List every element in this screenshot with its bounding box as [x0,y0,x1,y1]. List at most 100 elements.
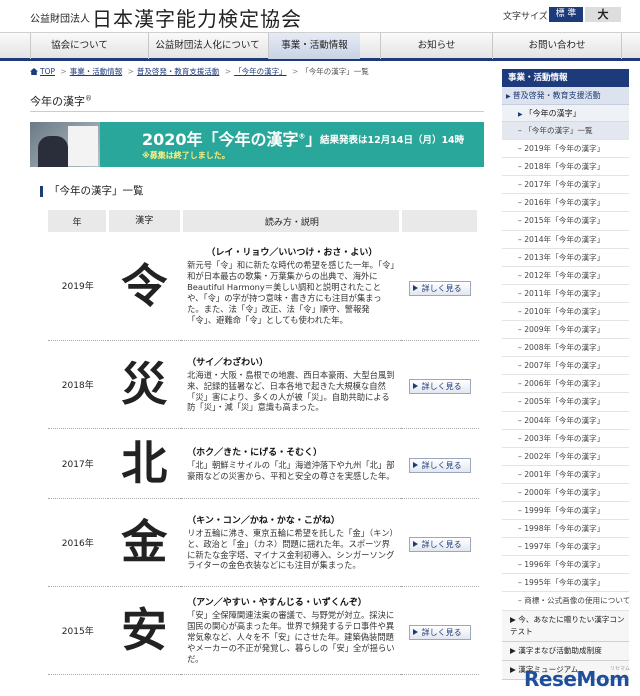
font-size-large-button[interactable]: 大 [585,7,621,22]
breadcrumb-separator: > [127,67,134,76]
detail-button[interactable]: 詳しく見る [408,280,471,296]
sidebar-item[interactable]: – 2011年「今年の漢字」 [502,285,629,303]
detail-button[interactable]: 詳しく見る [408,537,471,552]
resemom-watermark: ReseMom リセマム [520,663,640,696]
sidebar-item[interactable]: – 2003年「今年の漢字」 [502,430,629,448]
row-kanji: 安 [107,586,182,675]
sidebar-item[interactable]: – 2005年「今年の漢字」 [502,393,629,412]
sidebar-item[interactable]: – 2012年「今年の漢字」 [502,267,629,285]
sidebar-subheader[interactable]: ▶ 普及啓発・教育支援活動 [502,87,629,105]
sidebar-item[interactable]: – 2001年「今年の漢字」 [502,466,629,484]
table-row: 2016年 金 （キン・コン／かね・かな・こがね） リオ五輪に沸き、東京五輪に希… [48,498,479,587]
detail-button[interactable]: 詳しく見る [408,625,471,640]
sidebar-item[interactable]: – 2014年「今年の漢字」 [502,231,629,249]
header-kanji: 漢字 [107,210,183,232]
breadcrumb-separator: > [291,67,299,76]
row-button-cell: 詳しく見る [400,428,479,499]
sidebar-item[interactable]: – 1999年「今年の漢字」 [502,502,629,521]
row-reading: （サイ／わざわい） [187,357,269,368]
detail-button[interactable]: 詳しく見る [408,458,471,473]
row-description: 新元号「令」和に新たな時代の希望を感じた一年。「令」和が日本最古の歌集・万葉集か… [187,260,395,326]
row-kanji: 北 [107,428,182,499]
header-year: 年 [48,210,109,232]
row-description: リオ五輪に沸き、東京五輪に希望を託した「金」（キン）と、政治と「金」（カネ）問題… [187,527,395,571]
kanji-list-table: 年 漢字 読み方・説明 2019年 令 （レイ・リョウ／いいつけ・おさ・よい） … [48,210,480,675]
sidebar-item[interactable]: – 2008年「今年の漢字」 [502,339,629,358]
banner-title: 2020年「今年の漢字®」 [142,130,322,149]
sidebar-item[interactable]: – 2009年「今年の漢字」 [502,321,629,340]
row-description: 「北」朝鮮ミサイルの「北」海道沖落下や九州「北」部豪雨などの災害から、平和と安全… [187,459,395,481]
sidebar-item[interactable]: – 1995年「今年の漢字」 [502,574,629,593]
arrow-right-icon [412,462,418,468]
sidebar-item[interactable]: – 2016年「今年の漢字」 [502,194,629,213]
nav-item-contact[interactable]: お問い合わせ [492,33,622,59]
page-title: 今年の漢字® [30,94,92,108]
breadcrumb-top[interactable]: TOP [40,67,55,76]
sidebar-item[interactable]: – 商標・公式画像の使用について [502,592,630,611]
row-year: 2018年 [48,340,108,429]
table-row: 2015年 安 （アン／やすい・やすんじる・いずくんぞ） 「安」全保障関連法案の… [48,586,479,675]
nav-item-public-foundation[interactable]: 公益財団法人化について [148,33,266,59]
row-description: 北海道・大阪・島根での地震、西日本豪雨、大型台風到来、記録的猛暑など、日本各地で… [187,369,395,413]
sidebar-item[interactable]: – 2013年「今年の漢字」 [502,249,629,267]
nav-item-activities[interactable]: 事業・活動情報 [268,33,360,59]
sidebar-item[interactable]: – 2002年「今年の漢字」 [502,448,629,466]
breadcrumb-separator: > [224,67,232,76]
sidebar-item[interactable]: – 2017年「今年の漢字」 [502,176,629,195]
table-row: 2018年 災 （サイ／わざわい） 北海道・大阪・島根での地震、西日本豪雨、大型… [48,340,479,429]
row-year: 2016年 [48,498,108,587]
table-header-row: 年 漢字 読み方・説明 [48,210,480,232]
row-button-cell: 詳しく見る [400,340,479,429]
row-button-cell: 詳しく見る [400,586,479,675]
row-reading: （キン・コン／かね・かな・こがね） [187,515,340,526]
breadcrumb-activities[interactable]: 事業・活動情報 [70,67,123,76]
home-icon [30,68,38,75]
arrow-right-icon [412,629,418,635]
breadcrumb-education[interactable]: 普及啓発・教育支援活動 [137,67,220,76]
sidebar-item[interactable]: – 2006年「今年の漢字」 [502,375,629,394]
row-reading: （ホク／きた・にげる・そむく） [187,447,323,458]
sidebar-item[interactable]: – 2018年「今年の漢字」 [502,158,629,177]
breadcrumb-kanji-of-year[interactable]: 「今年の漢字」 [234,67,287,76]
row-year: 2017年 [48,428,108,499]
row-kanji: 金 [107,498,182,587]
sidebar-item[interactable]: – 1997年「今年の漢字」 [502,538,629,557]
detail-button[interactable]: 詳しく見る [408,379,471,394]
watermark-small-text: リセマム [610,666,631,672]
banner-paper-shape [68,126,98,166]
nav-item-news[interactable]: お知らせ [380,33,492,59]
row-reading: （アン／やすい・やすんじる・いずくんぞ） [187,598,367,609]
row-reading: （レイ・リョウ／いいつけ・おさ・よい） [206,248,378,259]
row-kanji: 令 [107,232,182,341]
breadcrumb-current: 「今年の漢字」一覧 [301,67,369,76]
sidebar-current-section[interactable]: ▶ 「今年の漢字」 [502,105,629,122]
site-logo-title[interactable]: 日本漢字能力検定協会 [92,3,302,32]
header-description: 読み方・説明 [181,210,403,232]
row-kanji: 災 [107,340,182,429]
sidebar-header[interactable]: 事業・活動情報 [502,69,629,87]
font-size-standard-button[interactable]: 標 準 [549,7,583,22]
sidebar-item-current[interactable]: – 「今年の漢字」一覧 [502,122,629,141]
sidebar-item[interactable]: – 1998年「今年の漢字」 [502,520,629,539]
arrow-right-icon [412,284,418,291]
row-year: 2019年 [48,232,108,341]
row-button-cell: 詳しく見る [400,498,479,587]
sidebar-list: – 「今年の漢字」一覧 – 2019年「今年の漢字」 – 2018年「今年の漢字」 –… [502,122,630,611]
row-description-cell: （アン／やすい・やすんじる・いずくんぞ） 「安」全保障関連法案の審議で、与野党が… [181,586,401,675]
org-type-label: 公益財団法人 [30,14,90,25]
sidebar-bottom-item[interactable]: ▶ 今、あなたに贈りたい漢字コンテスト [502,610,629,642]
header-empty [400,210,480,232]
sidebar-item[interactable]: – 2015年「今年の漢字」 [502,212,629,231]
sidebar-item[interactable]: – 1996年「今年の漢字」 [502,556,629,575]
campaign-banner[interactable]: 2020年「今年の漢字®」 ※募集は終了しました。 結果発表は12月14日（月）… [30,122,484,167]
row-description-cell: （キン・コン／かね・かな・こがね） リオ五輪に沸き、東京五輪に希望を託した「金」… [181,498,401,587]
sidebar-item[interactable]: – 2007年「今年の漢字」 [502,357,629,376]
breadcrumb-separator: > [60,67,67,76]
sidebar-item[interactable]: – 2000年「今年の漢字」 [502,484,629,502]
nav-item-about[interactable]: 協会について [30,33,128,59]
sidebar-item[interactable]: – 2019年「今年の漢字」 [502,140,629,159]
row-description-cell: （サイ／わざわい） 北海道・大阪・島根での地震、西日本豪雨、大型台風到来、記録的… [181,340,401,429]
sidebar-item[interactable]: – 2004年「今年の漢字」 [502,412,629,430]
sidebar-bottom-item[interactable]: ▶ 漢字まなび活動助成制度 [502,641,629,661]
sidebar-item[interactable]: – 2010年「今年の漢字」 [502,303,629,322]
